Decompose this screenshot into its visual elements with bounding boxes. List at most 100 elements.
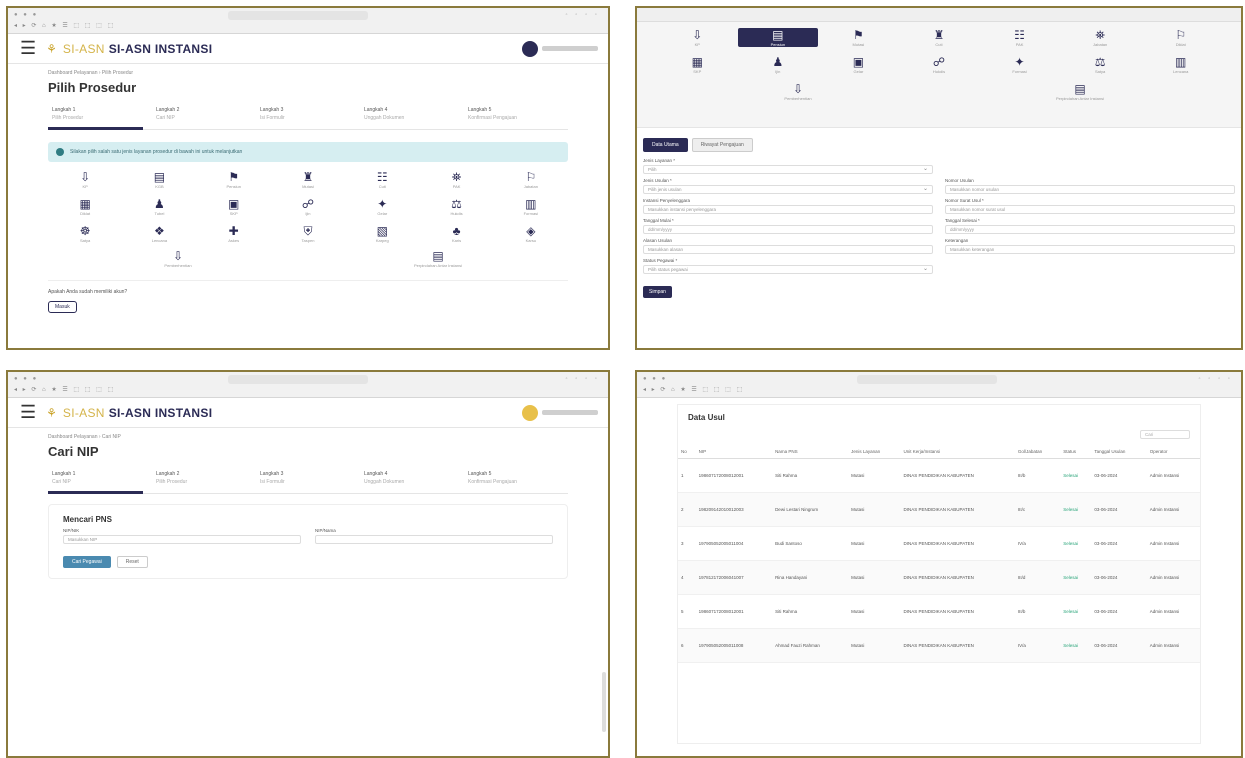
- procedure-item[interactable]: ⚖ Satya: [1060, 55, 1141, 74]
- procedure-item[interactable]: ⚑ Mutasi: [818, 28, 899, 47]
- column-header[interactable]: Unit Kerja/Instansi: [900, 445, 1015, 459]
- user-name[interactable]: [542, 410, 598, 415]
- login-button[interactable]: Masuk: [48, 301, 77, 313]
- procedure-item[interactable]: ⇩ KP: [657, 28, 738, 47]
- procedure-item[interactable]: ▣ SKP: [197, 197, 271, 216]
- procedure-item[interactable]: ⚑ Pensiun: [197, 170, 271, 189]
- procedure-item[interactable]: ✚ Askes: [197, 224, 271, 243]
- browser-actions[interactable]: ◦ ◦ ◦ ◦: [1198, 376, 1233, 382]
- save-button[interactable]: Simpan: [643, 286, 672, 298]
- text-field[interactable]: Masukkan keterangan: [945, 245, 1235, 254]
- column-header[interactable]: NIP: [695, 445, 773, 459]
- avatar[interactable]: [522, 41, 538, 57]
- procedure-item[interactable]: ☷ PAK: [979, 28, 1060, 47]
- procedure-item[interactable]: ⚐ Diklat: [1140, 28, 1221, 47]
- step-2[interactable]: Langkah 2 Cari NIP: [152, 101, 256, 129]
- step-3[interactable]: Langkah 3 Isi Formulir: [256, 101, 360, 129]
- table-row[interactable]: 4 197812172006041007 Rina Handayani Mutasi D…: [678, 560, 1200, 595]
- table-row[interactable]: 3 197905052005011004 Budi Santoso Mutasi DIN…: [678, 526, 1200, 561]
- column-header[interactable]: Operator: [1146, 445, 1200, 459]
- text-field[interactable]: Masukkan instansi penyelenggara: [643, 205, 933, 214]
- browser-tab[interactable]: [857, 375, 997, 384]
- breadcrumb[interactable]: Dashboard Pelayanan › Cari NIP: [8, 428, 608, 440]
- procedure-item[interactable]: ♜ Mutasi: [271, 170, 345, 189]
- procedure-item[interactable]: ▤ Perpindahan Antar Instansi: [348, 249, 528, 268]
- procedure-item[interactable]: ♟ Tubel: [122, 197, 196, 216]
- procedure-item[interactable]: ♣ Karis: [419, 224, 493, 243]
- procedure-item[interactable]: ▤ Perpindahan Antar Instansi: [980, 82, 1180, 101]
- step-4[interactable]: Langkah 4 Unggah Dokumen: [360, 101, 464, 129]
- text-field[interactable]: Masukkan nomor usulan: [945, 185, 1235, 194]
- procedure-item[interactable]: ✦ Gelar: [345, 197, 419, 216]
- column-header[interactable]: Tanggal Usulan: [1091, 445, 1147, 459]
- column-header[interactable]: Status: [1060, 445, 1092, 459]
- browser-actions[interactable]: ◦ ◦ ◦ ◦: [565, 12, 600, 18]
- breadcrumb[interactable]: Dashboard Pelayanan › Pilih Prosedur: [8, 64, 608, 76]
- procedure-item[interactable]: ☍ Hukdis: [899, 55, 980, 74]
- step-4[interactable]: Langkah 4 Unggah Dokumen: [360, 465, 464, 493]
- procedure-item[interactable]: ▥ Lencana: [1140, 55, 1221, 74]
- text-field[interactable]: Masukkan alasan: [643, 245, 933, 254]
- procedure-item[interactable]: ☷ Cuti: [345, 170, 419, 189]
- procedure-item[interactable]: ▤ Pensiun: [737, 28, 819, 47]
- text-field[interactable]: dd/mm/yyyy: [643, 225, 933, 234]
- procedure-item[interactable]: ⛨ Taspen: [271, 224, 345, 243]
- avatar[interactable]: [522, 405, 538, 421]
- column-header[interactable]: Gol/Jabatan: [1014, 445, 1061, 459]
- procedure-item[interactable]: ❖ Lencana: [122, 224, 196, 243]
- step-3[interactable]: Langkah 3 Isi Formulir: [256, 465, 360, 493]
- menu-icon[interactable]: ☰: [20, 38, 36, 59]
- procedure-item[interactable]: ▦ Diklat: [48, 197, 122, 216]
- procedure-item[interactable]: ✦ Formasi: [979, 55, 1060, 74]
- column-header[interactable]: No: [678, 445, 696, 459]
- scrollbar[interactable]: [602, 672, 606, 732]
- procedure-item[interactable]: ▣ Gelar: [818, 55, 899, 74]
- table-row[interactable]: 2 198209142010012003 Dewi Lestari Ningrum M…: [678, 492, 1200, 527]
- procedure-item[interactable]: ▧ Karpeg: [345, 224, 419, 243]
- column-header[interactable]: Jenis Layanan: [848, 445, 901, 459]
- procedure-item[interactable]: ☸ Satya: [48, 224, 122, 243]
- table-row[interactable]: 5 198607172008012001 Siti Rahma Mutasi DINAS…: [678, 594, 1200, 629]
- step-2[interactable]: Langkah 2 Pilih Prosedur: [152, 465, 256, 493]
- procedure-item[interactable]: ▥ Formasi: [494, 197, 568, 216]
- select-field[interactable]: Pilih jenis usulan: [643, 185, 933, 194]
- table-row[interactable]: 6 197905052005011008 Ahmad Fauzi Rahman Mut…: [678, 628, 1200, 663]
- procedure-item[interactable]: ♟ Ijin: [738, 55, 819, 74]
- step-5[interactable]: Langkah 5 Konfirmasi Pengajuan: [464, 465, 568, 493]
- tab-data-utama[interactable]: Data Utama: [643, 138, 688, 152]
- window-controls[interactable]: ● ● ●: [643, 376, 667, 382]
- procedure-item[interactable]: ⇩ Pemberhentian: [88, 249, 268, 268]
- procedure-item[interactable]: ⇩ Pemberhentian: [698, 82, 898, 101]
- window-controls[interactable]: ● ● ●: [14, 376, 38, 382]
- select-field[interactable]: Pilih: [643, 165, 933, 174]
- search-button[interactable]: Cari Pegawai: [63, 556, 111, 568]
- browser-tab[interactable]: [228, 11, 368, 20]
- select-field[interactable]: Pilih status pegawai: [643, 265, 933, 274]
- procedure-item[interactable]: ♜ Cuti: [899, 28, 980, 47]
- window-controls[interactable]: ● ● ●: [14, 12, 38, 18]
- text-field[interactable]: dd/mm/yyyy: [945, 225, 1235, 234]
- procedure-item[interactable]: ⛯ Jabatan: [1060, 28, 1141, 47]
- user-name[interactable]: [542, 46, 598, 51]
- table-search-input[interactable]: Cari: [1140, 430, 1190, 439]
- menu-icon[interactable]: ☰: [20, 402, 36, 423]
- procedure-item[interactable]: ▤ KGB: [122, 170, 196, 189]
- reset-button[interactable]: Reset: [116, 556, 148, 568]
- procedure-item[interactable]: ⚐ Jabatan: [494, 170, 568, 189]
- procedure-item[interactable]: ⚖ Hukdis: [419, 197, 493, 216]
- table-row[interactable]: 1 198607172008012001 Siti Rahma Mutasi DINAS…: [678, 458, 1200, 493]
- procedure-item[interactable]: ☍ Ijin: [271, 197, 345, 216]
- step-1[interactable]: Langkah 1 Pilih Prosedur: [48, 101, 152, 130]
- browser-tab[interactable]: [228, 375, 368, 384]
- text-field[interactable]: Masukkan nomor surat usul: [945, 205, 1235, 214]
- step-1[interactable]: Langkah 1 Cari NIP: [48, 465, 152, 494]
- nip-input[interactable]: Masukkan NIP: [63, 535, 301, 544]
- procedure-item[interactable]: ◈ Karsu: [494, 224, 568, 243]
- procedure-item[interactable]: ⛯ PAK: [419, 170, 493, 189]
- procedure-item[interactable]: ⇩ KP: [48, 170, 122, 189]
- name-input[interactable]: [315, 535, 553, 544]
- tab-riwayat[interactable]: Riwayat Pengajuan: [691, 138, 753, 152]
- procedure-item[interactable]: ▦ SKP: [657, 55, 738, 74]
- column-header[interactable]: Nama PNS: [772, 445, 849, 459]
- step-5[interactable]: Langkah 5 Konfirmasi Pengajuan: [464, 101, 568, 129]
